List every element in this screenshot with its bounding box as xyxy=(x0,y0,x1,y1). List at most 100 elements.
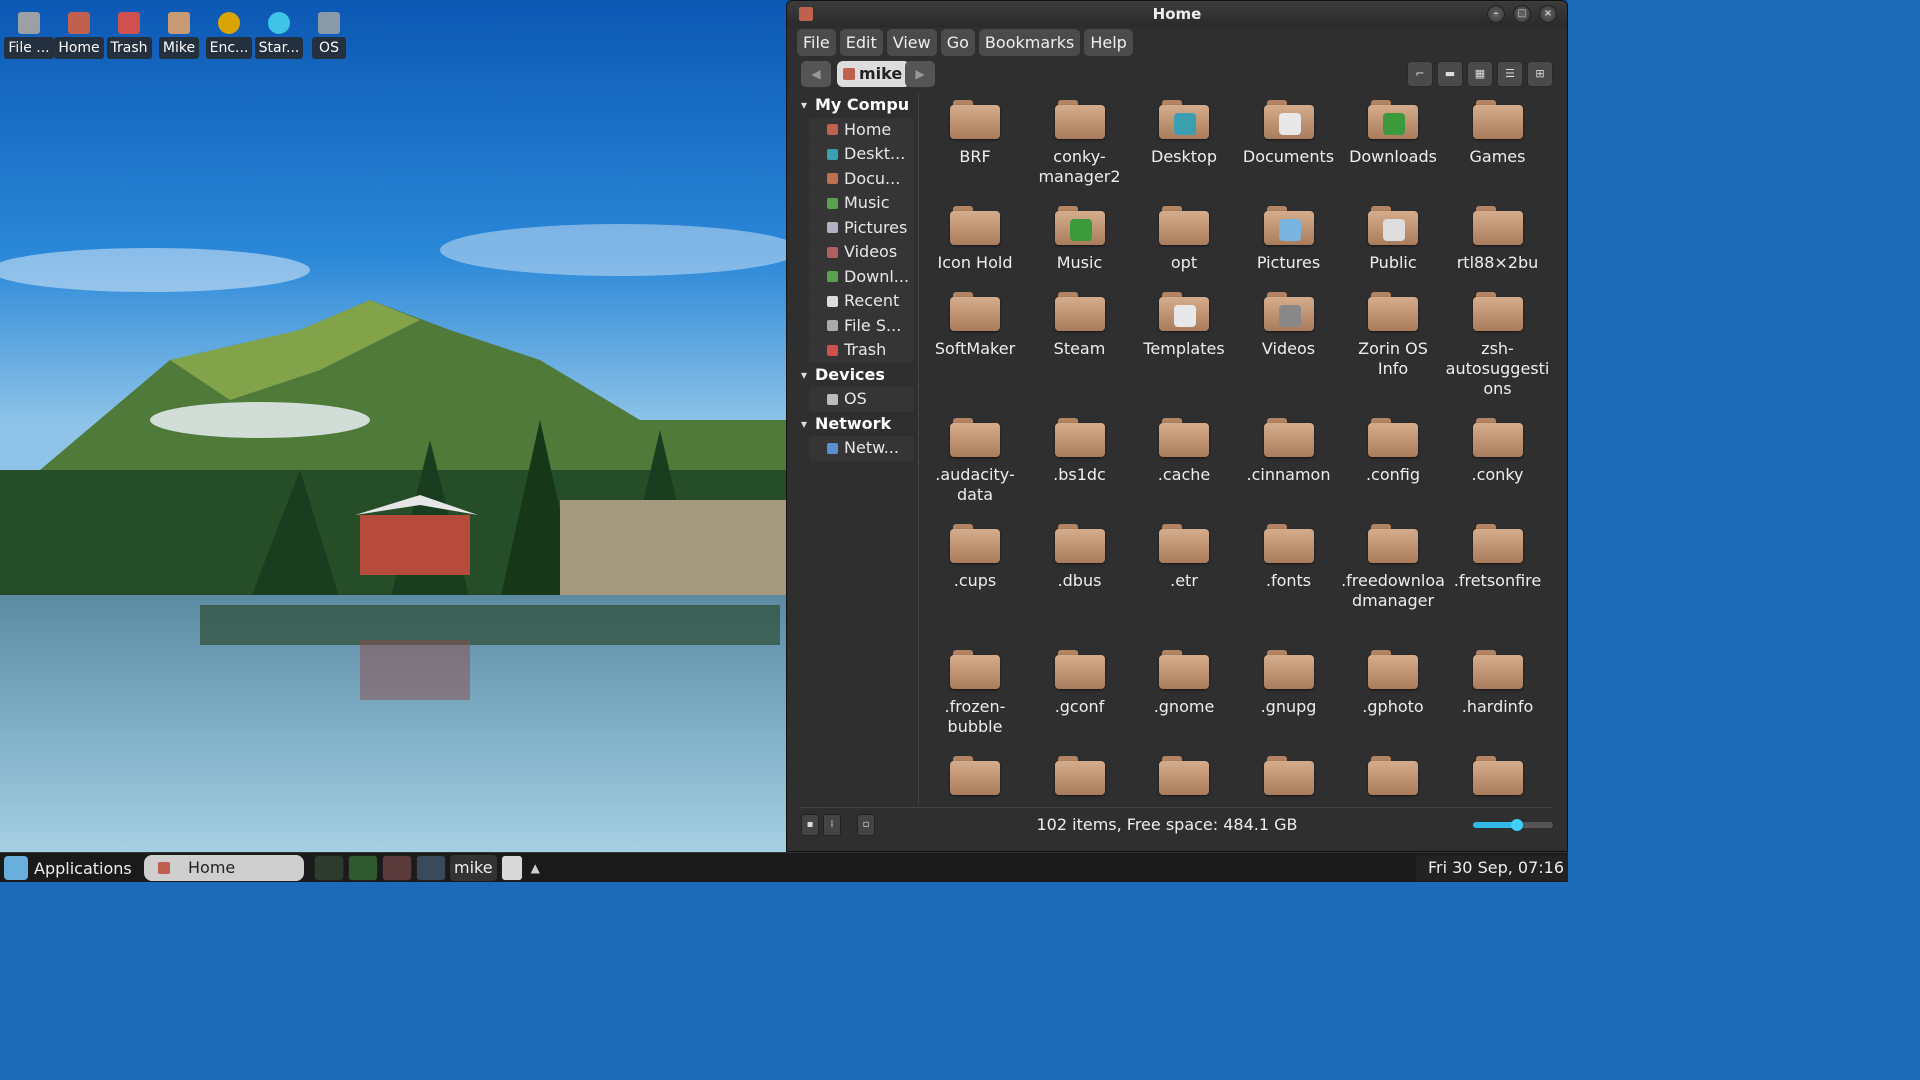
folder-item[interactable] xyxy=(1446,753,1550,801)
chevron-up-icon[interactable]: ▲ xyxy=(531,861,540,875)
folder-item[interactable] xyxy=(1132,753,1236,801)
folder-item[interactable]: Documents xyxy=(1237,97,1341,167)
folder-item[interactable]: .etr xyxy=(1132,521,1236,591)
sidebar-item-label: OS xyxy=(844,389,867,409)
folder-item[interactable]: Templates xyxy=(1132,289,1236,359)
folder-item[interactable]: .cups xyxy=(923,521,1027,591)
sidebar-item-videos[interactable]: Videos xyxy=(809,240,914,265)
back-button[interactable]: ◀ xyxy=(801,61,831,87)
menu-file[interactable]: File xyxy=(797,29,836,56)
folder-item[interactable] xyxy=(1028,753,1132,801)
sidebar-item-docu[interactable]: Docu... xyxy=(809,166,914,191)
desktop-icon-os[interactable]: OS xyxy=(306,12,352,59)
sidebar-item-pictures[interactable]: Pictures xyxy=(809,215,914,240)
task-button-home[interactable]: Home xyxy=(144,855,304,881)
desktop-icon-encrypted[interactable]: Enc... xyxy=(205,12,253,59)
desktop-icon-mike[interactable]: Mike xyxy=(156,12,202,59)
folder-item[interactable]: .fretsonfire xyxy=(1446,521,1550,591)
folder-item[interactable]: Videos xyxy=(1237,289,1341,359)
list-view-icon[interactable]: ☰ xyxy=(1497,61,1523,87)
clock[interactable]: Fri 30 Sep, 07:16 xyxy=(1415,855,1568,881)
folder-item[interactable]: .gphoto xyxy=(1341,647,1445,717)
folder-item[interactable]: .gnupg xyxy=(1237,647,1341,717)
hide-sidebar-icon[interactable]: ▫ xyxy=(857,814,875,836)
folder-item[interactable] xyxy=(1341,753,1445,801)
folder-item[interactable]: Public xyxy=(1341,203,1445,273)
folder-item[interactable]: .frozen-bubble xyxy=(923,647,1027,737)
desktop-icon-file-system[interactable]: File ... xyxy=(4,12,54,59)
folder-item[interactable]: BRF xyxy=(923,97,1027,167)
sidebar-item-deskt[interactable]: Deskt... xyxy=(809,142,914,167)
sidebar-item-music[interactable]: Music xyxy=(809,191,914,216)
sidebar-item-trash[interactable]: Trash xyxy=(809,338,914,363)
folder-item[interactable]: .conky xyxy=(1446,415,1550,485)
folder-item[interactable]: .fonts xyxy=(1237,521,1341,591)
folder-item[interactable] xyxy=(1237,753,1341,801)
sidebar-item-netw[interactable]: Netw... xyxy=(809,436,914,461)
tree-toggle-icon[interactable]: ⁞ xyxy=(823,814,841,836)
sidebar-item-os[interactable]: OS xyxy=(809,387,914,412)
compact-view-icon[interactable]: ⊞ xyxy=(1527,61,1553,87)
close-button[interactable]: × xyxy=(1539,5,1557,23)
icon-view-icon[interactable]: ▦ xyxy=(1467,61,1493,87)
archive-icon[interactable] xyxy=(382,855,412,881)
forward-button[interactable]: ▶ xyxy=(905,61,935,87)
menu-edit[interactable]: Edit xyxy=(839,29,883,56)
folder-item[interactable]: .freedownloadmanager xyxy=(1341,521,1445,611)
clipboard-icon[interactable] xyxy=(500,855,523,881)
sidebar-section-devices[interactable]: Devices xyxy=(801,363,918,388)
desktop-icon-home[interactable]: Home xyxy=(54,12,104,59)
folder-item[interactable] xyxy=(923,753,1027,801)
folder-item[interactable]: conky-manager2 xyxy=(1028,97,1132,187)
sidebar-item-home[interactable]: Home xyxy=(809,117,914,142)
folder-item[interactable]: opt xyxy=(1132,203,1236,273)
folder-item[interactable]: Pictures xyxy=(1237,203,1341,273)
folder-item[interactable]: Desktop xyxy=(1132,97,1236,167)
folder-icon xyxy=(950,753,1000,795)
menu-bookmarks[interactable]: Bookmarks xyxy=(978,29,1081,56)
sidebar-item-recent[interactable]: Recent xyxy=(809,289,914,314)
places-toggle-icon[interactable]: ▪ xyxy=(801,814,819,836)
folder-item[interactable]: Steam xyxy=(1028,289,1132,359)
desktop-icon-trash[interactable]: Trash xyxy=(106,12,152,59)
folder-item[interactable]: Games xyxy=(1446,97,1550,167)
sidebar-section-my-compu[interactable]: My Compu xyxy=(801,93,918,118)
menu-view[interactable]: View xyxy=(886,29,937,56)
network-icon[interactable] xyxy=(314,855,344,881)
folder-item[interactable]: Icon Hold xyxy=(923,203,1027,273)
folder-item[interactable]: .config xyxy=(1341,415,1445,485)
image-view-icon[interactable]: ▬ xyxy=(1437,61,1463,87)
user-label[interactable]: mike xyxy=(450,855,497,881)
minimize-button[interactable]: – xyxy=(1487,5,1505,23)
folder-item[interactable]: .hardinfo xyxy=(1446,647,1550,717)
menu-go[interactable]: Go xyxy=(940,29,975,56)
folder-item[interactable]: .cinnamon xyxy=(1237,415,1341,485)
zoom-slider[interactable] xyxy=(1473,819,1553,831)
folder-item[interactable]: .gnome xyxy=(1132,647,1236,717)
folder-item[interactable]: Zorin OS Info xyxy=(1341,289,1445,379)
folder-item[interactable]: zsh-autosuggestions xyxy=(1446,289,1550,399)
folder-item[interactable]: .dbus xyxy=(1028,521,1132,591)
folder-item[interactable]: .cache xyxy=(1132,415,1236,485)
folder-item[interactable]: Downloads xyxy=(1341,97,1445,167)
folder-item[interactable]: .gconf xyxy=(1028,647,1132,717)
applications-menu-button[interactable]: Applications xyxy=(4,855,132,881)
folder-item[interactable]: rtl88×2bu xyxy=(1446,203,1550,273)
menu-help[interactable]: Help xyxy=(1084,29,1133,56)
window-titlebar[interactable]: Home – □ × xyxy=(787,1,1567,27)
sidebar-item-file-s[interactable]: File S... xyxy=(809,313,914,338)
zoom-slider-handle[interactable] xyxy=(1511,819,1523,831)
info-icon[interactable] xyxy=(416,855,446,881)
breadcrumb[interactable]: mike xyxy=(837,61,911,87)
sidebar-item-downl[interactable]: Downl... xyxy=(809,264,914,289)
folder-item[interactable]: .bs1dc xyxy=(1028,415,1132,485)
folder-item[interactable]: SoftMaker xyxy=(923,289,1027,359)
sidebar-section-network[interactable]: Network xyxy=(801,412,918,437)
update-icon[interactable] xyxy=(348,855,378,881)
folder-item[interactable]: .audacity-data xyxy=(923,415,1027,505)
folder-item[interactable]: Music xyxy=(1028,203,1132,273)
desktop-icon-start[interactable]: Star... xyxy=(254,12,304,59)
terminal-icon[interactable]: ⌐ xyxy=(1407,61,1433,87)
breadcrumb-label: mike xyxy=(859,64,903,83)
maximize-button[interactable]: □ xyxy=(1513,5,1531,23)
